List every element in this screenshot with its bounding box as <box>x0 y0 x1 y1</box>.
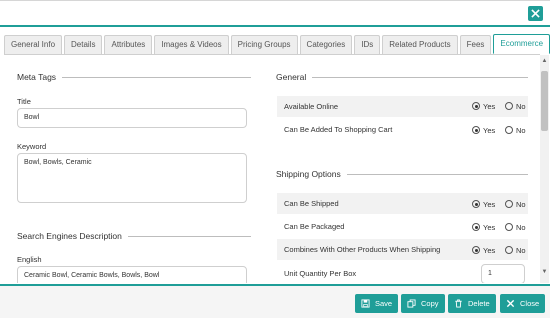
header-accent-line <box>0 25 550 27</box>
tab-general-info[interactable]: General Info <box>4 35 63 54</box>
dialog-footer: Save Copy Delete Close <box>0 284 550 318</box>
can-be-packaged-no-radio[interactable] <box>505 223 513 231</box>
add-to-cart-row: Can Be Added To Shopping Cart Yes No <box>277 119 528 140</box>
available-online-label: Available Online <box>284 102 339 111</box>
tab-related-products[interactable]: Related Products <box>382 35 458 54</box>
copy-label: Copy <box>421 299 439 308</box>
tab-fees[interactable]: Fees <box>459 35 492 54</box>
english-label: English <box>17 255 42 264</box>
can-be-shipped-no-radio[interactable] <box>505 200 513 208</box>
meta-tags-heading: Meta Tags <box>17 72 251 82</box>
can-be-packaged-row: Can Be Packaged Yes No <box>277 216 528 237</box>
delete-button[interactable]: Delete <box>448 294 496 313</box>
unit-quantity-label: Unit Quantity Per Box <box>284 269 357 278</box>
combines-shipping-yes-radio[interactable] <box>472 246 480 254</box>
no-label: No <box>516 246 526 255</box>
tab-ids[interactable]: IDs <box>354 35 381 54</box>
dialog-header <box>0 0 550 27</box>
keyword-textarea[interactable]: Bowl, Bowls, Ceramic <box>17 153 247 203</box>
search-engines-description-heading: Search Engines Description <box>17 231 251 241</box>
can-be-shipped-row: Can Be Shipped Yes No <box>277 193 528 214</box>
scrollbar-thumb[interactable] <box>541 71 548 131</box>
close-icon <box>531 9 540 18</box>
title-input[interactable]: Bowl <box>17 108 247 128</box>
tab-attributes[interactable]: Attributes <box>104 35 153 54</box>
no-label: No <box>516 126 526 135</box>
ecommerce-panel: Meta Tags Title Bowl Keyword Bowl, Bowls… <box>4 55 540 283</box>
tab-details[interactable]: Details <box>64 35 103 54</box>
tab-pricing-groups[interactable]: Pricing Groups <box>230 35 298 54</box>
yes-label: Yes <box>483 102 496 111</box>
delete-label: Delete <box>468 299 490 308</box>
vertical-scrollbar[interactable]: ▲ ▼ <box>540 55 549 283</box>
yes-label: Yes <box>483 246 496 255</box>
english-description-input[interactable]: Ceramic Bowl, Ceramic Bowls, Bowls, Bowl <box>17 266 247 283</box>
yes-label: Yes <box>483 200 496 209</box>
can-be-packaged-yes-radio[interactable] <box>472 223 480 231</box>
keyword-label: Keyword <box>17 142 47 151</box>
add-to-cart-yes-radio[interactable] <box>472 126 480 134</box>
general-heading: General <box>276 72 528 82</box>
no-label: No <box>516 223 526 232</box>
can-be-packaged-label: Can Be Packaged <box>284 222 345 231</box>
available-online-no-radio[interactable] <box>505 102 513 110</box>
can-be-shipped-label: Can Be Shipped <box>284 199 339 208</box>
no-label: No <box>516 102 526 111</box>
title-label: Title <box>17 97 31 106</box>
available-online-row: Available Online Yes No <box>277 96 528 117</box>
add-to-cart-label: Can Be Added To Shopping Cart <box>284 125 393 134</box>
no-label: No <box>516 200 526 209</box>
close-icon <box>506 299 515 308</box>
save-label: Save <box>375 299 393 308</box>
copy-button[interactable]: Copy <box>401 294 445 313</box>
tab-bar: General Info Details Attributes Images &… <box>4 34 550 54</box>
tab-categories[interactable]: Categories <box>299 35 353 54</box>
available-online-yes-radio[interactable] <box>472 102 480 110</box>
copy-icon <box>407 299 416 308</box>
yes-label: Yes <box>483 126 496 135</box>
close-button[interactable]: Close <box>500 294 546 313</box>
unit-quantity-input[interactable]: 1 <box>481 264 525 283</box>
tab-images-videos[interactable]: Images & Videos <box>154 35 229 54</box>
shipping-options-heading: Shipping Options <box>276 169 528 179</box>
yes-label: Yes <box>483 223 496 232</box>
dialog-close-button[interactable] <box>528 6 543 21</box>
save-button[interactable]: Save <box>355 294 399 313</box>
combines-shipping-no-radio[interactable] <box>505 246 513 254</box>
can-be-shipped-yes-radio[interactable] <box>472 200 480 208</box>
scroll-down-icon[interactable]: ▼ <box>541 269 548 276</box>
trash-icon <box>455 299 462 308</box>
tab-ecommerce[interactable]: Ecommerce <box>493 34 550 54</box>
add-to-cart-no-radio[interactable] <box>505 126 513 134</box>
save-icon <box>361 299 370 308</box>
scroll-up-icon[interactable]: ▲ <box>541 58 548 65</box>
close-label: Close <box>520 299 540 308</box>
combines-shipping-label: Combines With Other Products When Shippi… <box>284 245 441 254</box>
combines-shipping-row: Combines With Other Products When Shippi… <box>277 239 528 260</box>
